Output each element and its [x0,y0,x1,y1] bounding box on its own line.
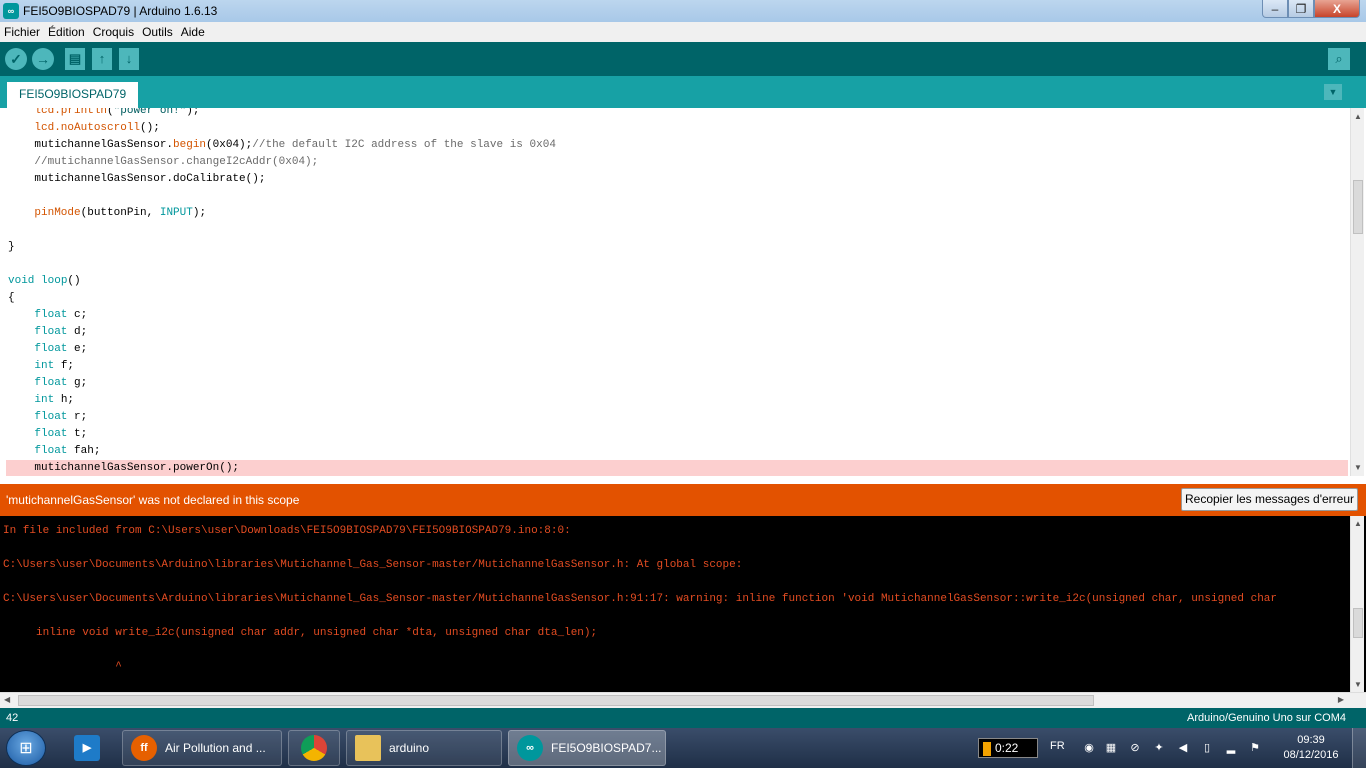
title-bar: ∞ FEI5O9BIOSPAD79 | Arduino 1.6.13 [0,0,1366,22]
scroll-down-icon[interactable]: ▼ [1354,463,1362,472]
media-player-icon: ▶ [74,735,100,761]
menu-fichier[interactable]: Fichier [4,25,40,39]
console-line: ^ [3,661,122,673]
code-line: lcd.println("power on!"); [34,108,200,117]
toolbar: ✓ → ▤ ↑ ↓ ⌕ [0,42,1366,76]
code-line: int h; [34,394,75,406]
chrome-tray-icon[interactable]: ◉ [1082,741,1096,755]
keyboard-tray-icon[interactable]: ▦ [1104,741,1118,755]
menu-aide[interactable]: Aide [181,25,205,39]
serial-monitor-button[interactable]: ⌕ [1328,48,1350,70]
scroll-right-icon[interactable]: ▶ [1338,695,1344,704]
scroll-down-icon[interactable]: ▼ [1354,680,1362,689]
action-center-icon[interactable]: ⚑ [1248,741,1262,755]
scrollbar-thumb[interactable] [1353,180,1363,234]
scroll-up-icon[interactable]: ▲ [1354,519,1362,528]
folder-icon [355,735,381,761]
task-label: arduino [389,741,430,755]
code-line-error-highlight: mutichannelGasSensor.powerOn(); [6,460,1348,476]
scrollbar-thumb[interactable] [1353,608,1363,638]
chrome-icon [301,735,327,761]
scroll-left-icon[interactable]: ◀ [4,695,10,704]
signal-icon[interactable]: ▂ [1224,741,1238,755]
copy-errors-button[interactable]: Recopier les messages d'erreur [1181,488,1358,511]
minimize-button[interactable]: – [1262,0,1288,18]
taskbar-chrome[interactable] [288,730,340,766]
console-line: inline void write_i2c(unsigned char addr… [3,627,598,639]
code-line: mutichannelGasSensor.doCalibrate(); [8,173,266,185]
close-button[interactable]: X [1314,0,1360,18]
line-number: 42 [6,712,19,724]
menu-outils[interactable]: Outils [142,25,173,39]
battery-timer[interactable]: 0:22 [978,738,1038,758]
error-bar: 'mutichannelGasSensor' was not declared … [0,484,1366,516]
new-sketch-button[interactable]: ▤ [65,48,85,70]
code-line: float g; [34,377,88,389]
code-line: float r; [34,411,88,423]
error-message: 'mutichannelGasSensor' was not declared … [6,493,300,507]
console-line: C:\Users\user\Documents\Arduino\librarie… [3,593,1278,605]
code-line: pinMode(buttonPin, INPUT); [34,207,207,219]
arduino-logo-icon: ∞ [3,3,19,19]
clock-time: 09:39 [1297,734,1325,746]
taskbar: ⊞ ▶ ff Air Pollution and ... arduino ∞ F… [0,728,1366,768]
taskbar-media-player[interactable]: ▶ [72,730,102,766]
code-line: float c; [34,309,88,321]
console-line: C:\Users\user\Documents\Arduino\librarie… [3,559,743,571]
tab-menu-button[interactable]: ▼ [1324,84,1342,100]
scroll-up-icon[interactable]: ▲ [1354,112,1362,121]
taskbar-folder[interactable]: arduino [346,730,502,766]
task-label: FEI5O9BIOSPAD7... [551,741,662,755]
timer-value: 0:22 [995,741,1019,755]
code-line: float d; [34,326,88,338]
code-line: } [8,241,15,253]
taskbar-firefox[interactable]: ff Air Pollution and ... [122,730,282,766]
language-indicator[interactable]: FR [1050,740,1065,752]
taskbar-arduino[interactable]: ∞ FEI5O9BIOSPAD7... [508,730,666,766]
console-horizontal-scrollbar[interactable]: ◀ ▶ [0,692,1366,708]
show-desktop-button[interactable] [1352,728,1366,768]
save-sketch-button[interactable]: ↓ [119,48,139,70]
battery-icon [983,741,991,756]
arduino-icon: ∞ [517,735,543,761]
volume-icon[interactable]: ◀ [1176,741,1190,755]
status-bar: 42 Arduino/Genuino Uno sur COM4 [0,708,1366,728]
code-line: float e; [34,343,88,355]
editor-vertical-scrollbar[interactable]: ▲ ▼ [1350,108,1364,476]
console-vertical-scrollbar[interactable]: ▲ ▼ [1350,516,1364,692]
code-line: int f; [34,360,75,372]
code-editor[interactable]: lcd.println("power on!"); lcd.noAutoscro… [0,108,1366,476]
code-line: float fah; [34,445,101,457]
code-line: { [8,292,15,304]
open-sketch-button[interactable]: ↑ [92,48,112,70]
network-tray-icon[interactable]: ⊘ [1128,741,1142,755]
board-port-label: Arduino/Genuino Uno sur COM4 [1187,712,1346,724]
console-line: In file included from C:\Users\user\Down… [3,525,571,537]
menu-croquis[interactable]: Croquis [93,25,134,39]
tab-strip: FEI5O9BIOSPAD79 ▼ [0,76,1366,108]
code-line: lcd.noAutoscroll(); [34,122,160,134]
scrollbar-thumb[interactable] [18,695,1094,706]
taskbar-clock[interactable]: 09:39 08/12/2016 [1280,733,1342,763]
app-tray-icon[interactable]: ✦ [1152,741,1166,755]
window-title: FEI5O9BIOSPAD79 | Arduino 1.6.13 [23,4,218,18]
code-line: void loop() [8,275,81,287]
code-line: mutichannelGasSensor.begin(0x04);//the d… [8,139,556,151]
tab-sketch[interactable]: FEI5O9BIOSPAD79 [7,82,139,108]
menu-bar: Fichier Édition Croquis Outils Aide [0,22,1366,42]
clock-date: 08/12/2016 [1283,749,1339,761]
battery-tray-icon[interactable]: ▯ [1200,741,1214,755]
code-line: float t; [34,428,88,440]
verify-button[interactable]: ✓ [5,48,27,70]
task-label: Air Pollution and ... [165,741,266,755]
console-output[interactable]: In file included from C:\Users\user\Down… [0,516,1366,692]
firefox-icon: ff [131,735,157,761]
menu-edition[interactable]: Édition [48,25,85,39]
code-line: //mutichannelGasSensor.changeI2cAddr(0x0… [8,156,319,168]
maximize-button[interactable]: ❐ [1288,0,1314,18]
start-button[interactable]: ⊞ [6,730,46,766]
upload-button[interactable]: → [32,48,54,70]
